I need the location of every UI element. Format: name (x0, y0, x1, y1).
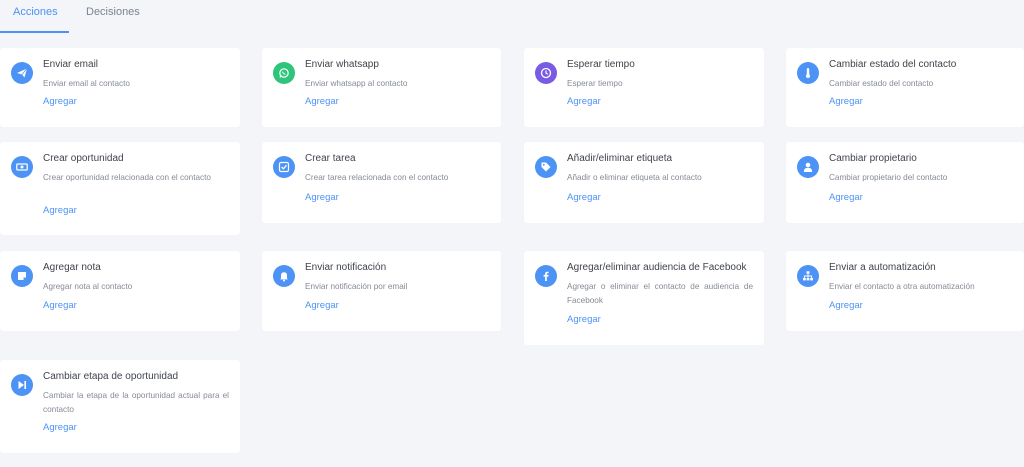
agregar-link[interactable]: Agregar (305, 96, 339, 107)
card-title: Agregar/eliminar audiencia de Facebook (567, 262, 747, 273)
whatsapp-icon (273, 62, 295, 84)
user-icon (797, 156, 819, 178)
card-description: Cambiar estado del contacto (829, 79, 934, 88)
card-title: Crear tarea (305, 153, 356, 164)
tab-decisiones[interactable]: Decisiones (86, 6, 140, 18)
card-description: Crear oportunidad relacionada con el con… (43, 173, 211, 182)
agregar-link[interactable]: Agregar (567, 96, 601, 107)
card-title: Agregar nota (43, 262, 101, 273)
card-description: Enviar el contacto a otra automatización (829, 282, 975, 291)
card-title: Añadir/eliminar etiqueta (567, 153, 673, 164)
action-card-cambiar-etapa[interactable]: Cambiar etapa de oportunidad Cambiar la … (0, 360, 240, 453)
card-description: Esperar tiempo (567, 79, 623, 88)
card-description: Enviar email al contacto (43, 79, 130, 88)
action-card-crear-oportunidad[interactable]: Crear oportunidad Crear oportunidad rela… (0, 142, 240, 235)
tab-bar: Acciones Decisiones (0, 0, 1024, 34)
check-square-icon (273, 156, 295, 178)
note-icon (11, 265, 33, 287)
action-card-enviar-email[interactable]: Enviar email Enviar email al contacto Ag… (0, 48, 240, 127)
action-card-enviar-whatsapp[interactable]: Enviar whatsapp Enviar whatsapp al conta… (262, 48, 501, 127)
action-card-audiencia-facebook[interactable]: Agregar/eliminar audiencia de Facebook A… (524, 251, 764, 345)
card-description: Enviar notificación por email (305, 282, 408, 291)
agregar-link[interactable]: Agregar (305, 300, 339, 311)
step-forward-icon (11, 374, 33, 396)
card-title: Cambiar etapa de oportunidad (43, 371, 179, 382)
card-description: Crear tarea relacionada con el contacto (305, 173, 449, 182)
facebook-icon (535, 265, 557, 287)
agregar-link[interactable]: Agregar (43, 300, 77, 311)
action-card-cambiar-estado[interactable]: Cambiar estado del contacto Cambiar esta… (786, 48, 1024, 127)
action-card-crear-tarea[interactable]: Crear tarea Crear tarea relacionada con … (262, 142, 501, 223)
agregar-link[interactable]: Agregar (43, 422, 77, 433)
agregar-link[interactable]: Agregar (829, 192, 863, 203)
card-title: Enviar a automatización (829, 262, 936, 273)
card-description: Añadir o eliminar etiqueta al contacto (567, 173, 702, 182)
card-title: Esperar tiempo (567, 59, 635, 70)
action-card-cambiar-propietario[interactable]: Cambiar propietario Cambiar propietario … (786, 142, 1024, 223)
sitemap-icon (797, 265, 819, 287)
card-description: Cambiar propietario del contacto (829, 173, 948, 182)
action-card-enviar-notificacion[interactable]: Enviar notificación Enviar notificación … (262, 251, 501, 331)
action-card-esperar-tiempo[interactable]: Esperar tiempo Esperar tiempo Agregar (524, 48, 764, 127)
card-title: Cambiar propietario (829, 153, 917, 164)
paper-plane-icon (11, 62, 33, 84)
card-title: Enviar email (43, 59, 99, 70)
action-card-enviar-automatizacion[interactable]: Enviar a automatización Enviar el contac… (786, 251, 1024, 331)
agregar-link[interactable]: Agregar (567, 314, 601, 325)
tag-icon (535, 156, 557, 178)
thermometer-icon (797, 62, 819, 84)
bell-icon (273, 265, 295, 287)
agregar-link[interactable]: Agregar (829, 96, 863, 107)
card-description: Enviar whatsapp al contacto (305, 79, 408, 88)
agregar-link[interactable]: Agregar (43, 205, 77, 216)
action-card-etiqueta[interactable]: Añadir/eliminar etiqueta Añadir o elimin… (524, 142, 764, 223)
active-tab-indicator (0, 31, 69, 33)
agregar-link[interactable]: Agregar (567, 192, 601, 203)
action-card-agregar-nota[interactable]: Agregar nota Agregar nota al contacto Ag… (0, 251, 240, 331)
clock-icon (535, 62, 557, 84)
agregar-link[interactable]: Agregar (43, 96, 77, 107)
tab-acciones[interactable]: Acciones (13, 6, 58, 18)
card-title: Enviar whatsapp (305, 59, 379, 70)
agregar-link[interactable]: Agregar (305, 192, 339, 203)
card-description: Cambiar la etapa de la oportunidad actua… (43, 391, 229, 414)
card-description: Agregar nota al contacto (43, 282, 133, 291)
money-icon (11, 156, 33, 178)
card-title: Cambiar estado del contacto (829, 59, 957, 70)
card-title: Enviar notificación (305, 262, 387, 273)
agregar-link[interactable]: Agregar (829, 300, 863, 311)
card-title: Crear oportunidad (43, 153, 124, 164)
card-description: Agregar o eliminar el contacto de audien… (567, 282, 753, 305)
